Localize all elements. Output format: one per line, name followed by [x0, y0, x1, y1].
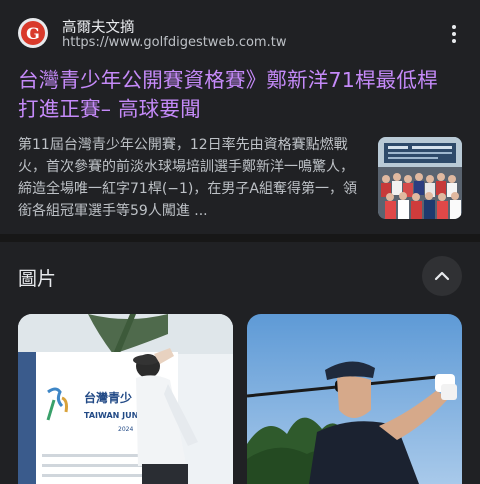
images-section: 圖片 台灣青少 TAIWAN JUNIO 2024 — [0, 242, 480, 484]
chevron-up-icon[interactable] — [422, 256, 462, 296]
result-title-link[interactable]: 台灣青少年公開賽資格賽》鄭新洋71桿最低桿打進正賽– 高球要聞 — [18, 66, 458, 124]
search-result-card[interactable]: G 高爾夫文摘 https://www.golfdigestweb.com.tw… — [0, 0, 480, 234]
result-thumbnail[interactable] — [378, 137, 462, 219]
site-favicon: G — [18, 18, 48, 48]
banner-text-3: 2024 — [118, 426, 133, 433]
section-divider — [0, 234, 480, 242]
banner-text-1: 台灣青少 — [84, 390, 132, 405]
image-result-2[interactable] — [247, 314, 462, 484]
images-heading: 圖片 — [18, 268, 57, 290]
image-result-1[interactable]: 台灣青少 TAIWAN JUNIO 2024 — [18, 314, 233, 484]
favicon-letter: G — [21, 21, 45, 45]
more-vert-icon[interactable] — [444, 22, 464, 46]
result-snippet: 第11屆台灣青少年公開賽，12日率先由資格賽點燃戰火，首次參賽的前淡水球場培訓選… — [18, 137, 357, 219]
site-name: 高爾夫文摘 — [62, 20, 135, 36]
source-row[interactable]: G 高爾夫文摘 https://www.golfdigestweb.com.tw — [18, 16, 468, 52]
site-url: https://www.golfdigestweb.com.tw — [62, 35, 287, 50]
